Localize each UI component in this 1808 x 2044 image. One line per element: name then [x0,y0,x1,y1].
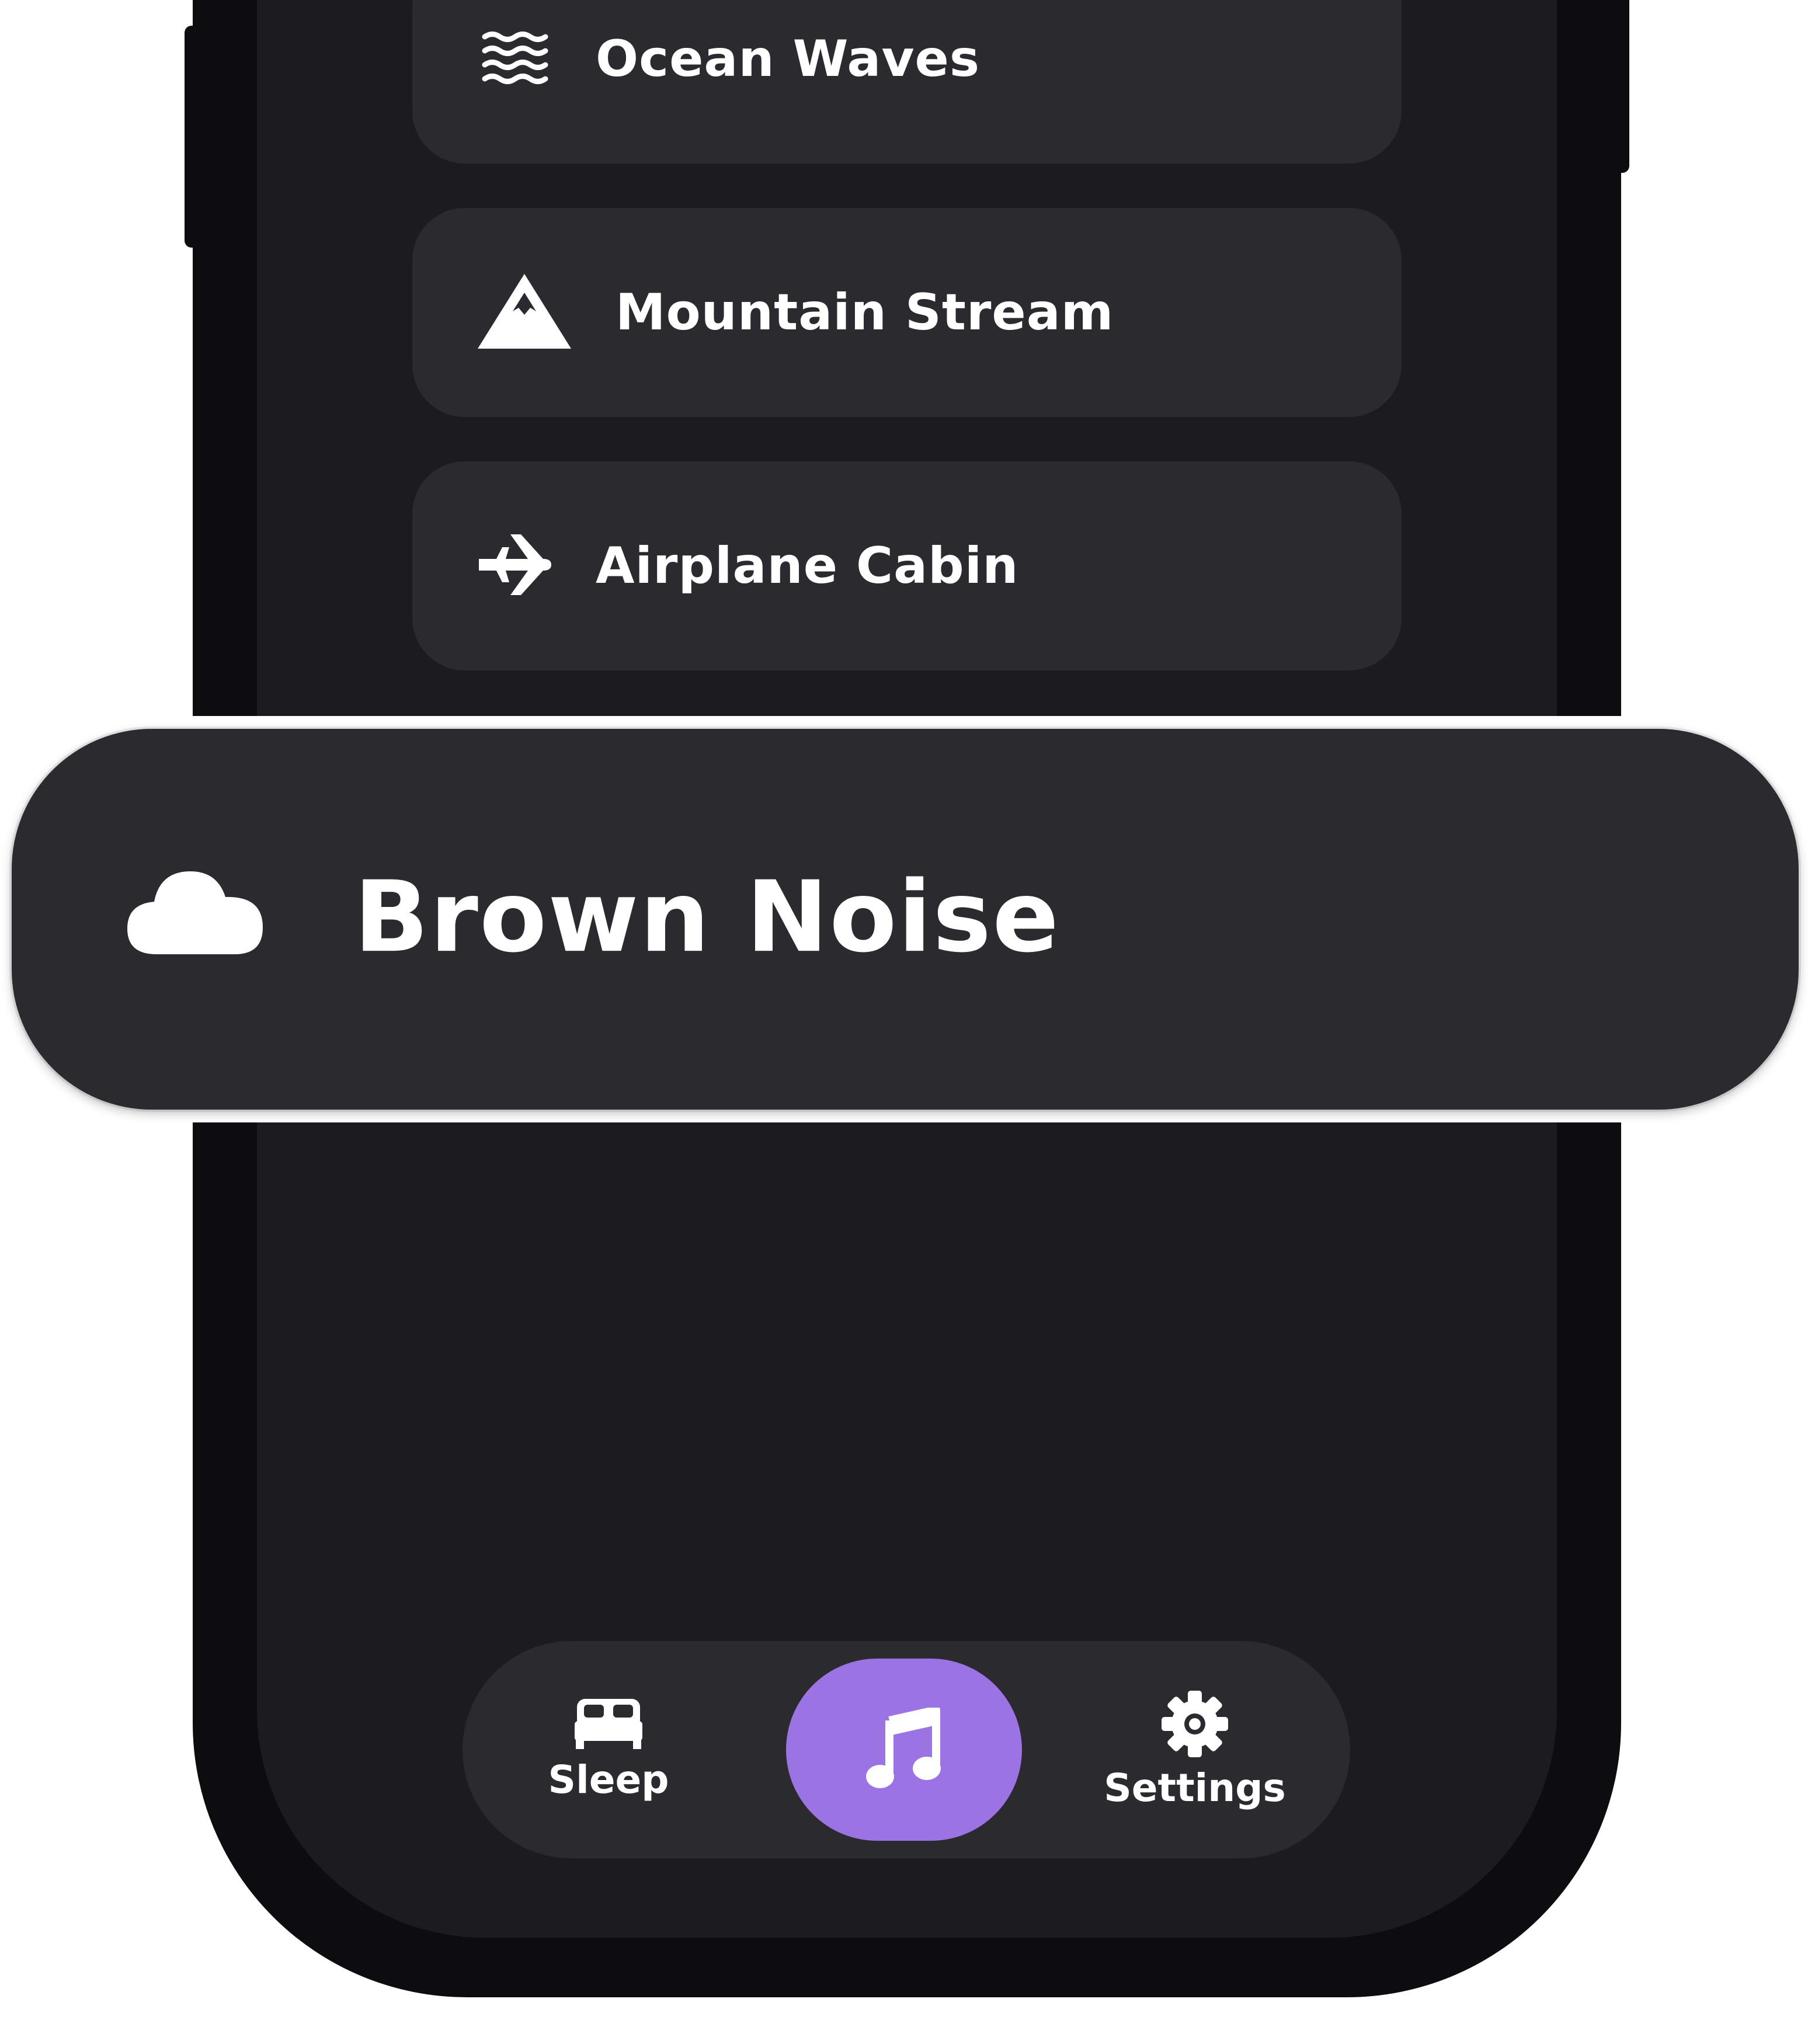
mountain-icon [475,272,573,353]
tab-music[interactable] [786,1659,1022,1841]
music-note-icon [866,1706,942,1792]
cloud-icon [126,858,264,958]
canvas: Ocean Waves Mountain Stream Airplane Cab… [0,0,1808,2044]
sound-item-mountain-stream[interactable]: Mountain Stream [412,208,1402,417]
airplane-icon [477,531,552,601]
highlight-divider [193,716,1621,729]
sound-item-label: Mountain Stream [616,283,1114,342]
bottom-tab-bar: Sleep Settings [463,1641,1350,1858]
waves-icon [481,31,549,87]
sound-item-label: Brown Noise [354,860,1061,975]
sound-item-label: Ocean Waves [596,30,981,88]
highlight-divider [193,1110,1621,1122]
tab-sleep[interactable]: Sleep [521,1641,696,1858]
gear-icon [1160,1690,1229,1761]
sound-item-brown-noise[interactable]: Brown Noise [12,729,1799,1110]
bed-icon [573,1698,644,1753]
tab-settings[interactable]: Settings [1104,1641,1286,1858]
tab-settings-label: Settings [1104,1765,1286,1810]
sound-item-airplane-cabin[interactable]: Airplane Cabin [412,461,1402,670]
sound-item-ocean-waves[interactable]: Ocean Waves [412,0,1402,164]
sound-item-label: Airplane Cabin [596,537,1019,595]
tab-sleep-label: Sleep [548,1757,669,1802]
